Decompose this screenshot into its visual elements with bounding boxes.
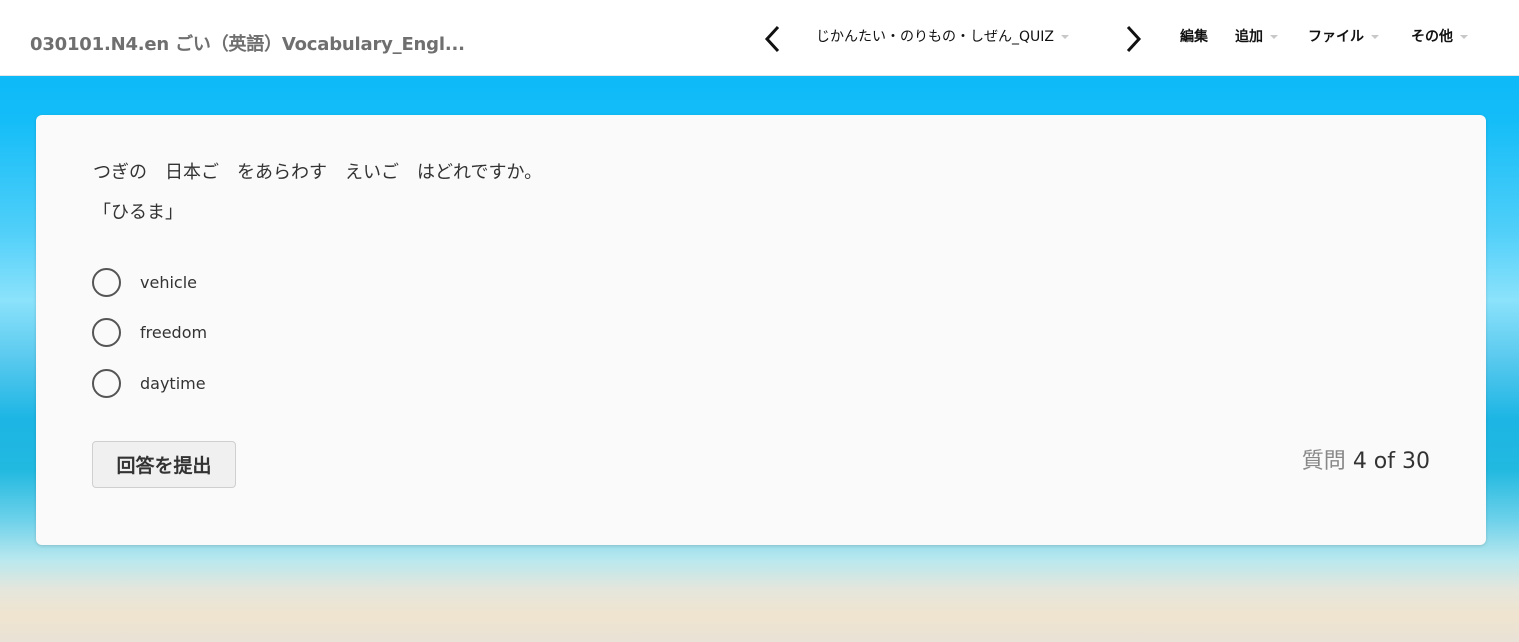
question-prompt: つぎの 日本ご をあらわす えいご はどれですか。 — [93, 162, 543, 183]
radio-button[interactable] — [92, 267, 121, 297]
caret-down-icon — [1460, 35, 1468, 39]
choice-option[interactable]: vehicle — [92, 267, 197, 297]
question-term: 「ひるま」 — [93, 202, 183, 223]
choice-option[interactable]: daytime — [92, 368, 206, 398]
question-progress: 質問 4 of 30 — [1302, 443, 1430, 475]
top-header: 030101.N4.en ごい（英語）Vocabulary_Engl... じか… — [0, 0, 1519, 76]
choice-option[interactable]: freedom — [92, 317, 207, 347]
menu-edit-label: 編集 — [1180, 29, 1208, 45]
menu-add[interactable]: 追加 — [1235, 26, 1278, 46]
choice-label: vehicle — [140, 272, 197, 292]
quiz-title-dropdown[interactable]: じかんたい・のりもの・しぜん_QUIZ — [816, 26, 1069, 46]
question-text: つぎの 日本ご をあらわす えいご はどれですか。 「ひるま」 — [93, 153, 542, 233]
choice-label: daytime — [140, 373, 206, 393]
progress-value: 4 of 30 — [1352, 449, 1430, 474]
menu-file[interactable]: ファイル — [1308, 26, 1379, 46]
quiz-card: つぎの 日本ご をあらわす えいご はどれですか。 「ひるま」 vehicle … — [36, 115, 1486, 545]
radio-button[interactable] — [92, 317, 121, 347]
menu-file-label: ファイル — [1308, 29, 1364, 45]
menu-add-label: 追加 — [1235, 29, 1263, 45]
menu-other[interactable]: その他 — [1411, 26, 1468, 46]
chevron-left-icon — [764, 25, 780, 53]
menu-edit[interactable]: 編集 — [1180, 26, 1208, 46]
radio-button[interactable] — [92, 368, 121, 398]
caret-down-icon — [1371, 35, 1379, 39]
app-title[interactable]: 030101.N4.en ごい（英語）Vocabulary_Engl... — [30, 30, 465, 56]
progress-label: 質問 — [1301, 449, 1346, 474]
prev-quiz-button[interactable] — [760, 24, 784, 54]
chevron-right-icon — [1126, 25, 1142, 53]
menu-other-label: その他 — [1411, 29, 1453, 45]
submit-answer-button[interactable]: 回答を提出 — [92, 441, 236, 488]
caret-down-icon — [1061, 35, 1069, 39]
caret-down-icon — [1270, 35, 1278, 39]
choice-label: freedom — [140, 322, 208, 342]
next-quiz-button[interactable] — [1122, 24, 1146, 54]
quiz-title-label: じかんたい・のりもの・しぜん_QUIZ — [816, 29, 1054, 45]
